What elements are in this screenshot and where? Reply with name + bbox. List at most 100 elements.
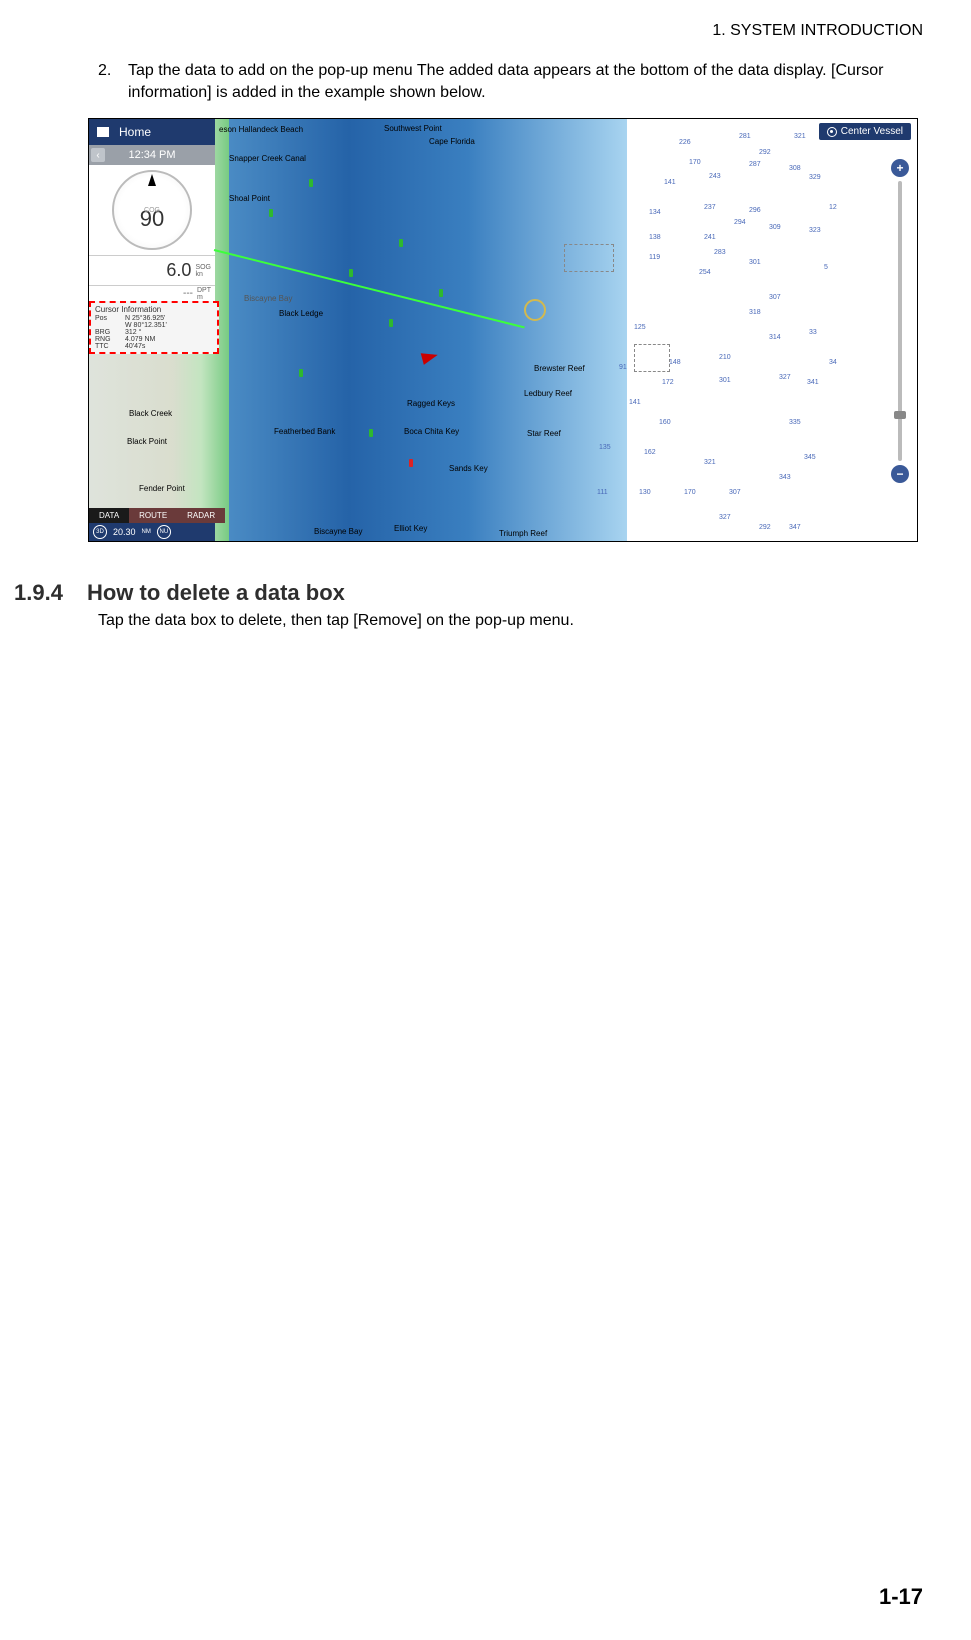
sounding: 91 [619,364,627,371]
sounding: 134 [649,209,661,216]
sounding: 210 [719,354,731,361]
ci-row-label: Pos [95,315,125,322]
figure-screenshot: Home ‹ 12:34 PM COG 90 6.0 SOGkn --- DPT… [88,118,918,542]
3d-badge-icon[interactable]: 3D [93,525,107,539]
fishing-zone-icon [564,244,614,272]
sounding: 281 [739,133,751,140]
dpt-value: --- [183,288,193,299]
section-title: How to delete a data box [87,580,345,606]
ais-target-icon[interactable] [389,319,393,327]
sounding: 347 [789,524,801,531]
zoom-in-button[interactable]: + [891,159,909,177]
zoom-thumb-icon[interactable] [894,411,906,419]
map-label: Featherbed Bank [274,427,335,436]
sounding: 301 [749,259,761,266]
dpt-unit: DPTm [197,287,211,301]
sounding: 321 [794,133,806,140]
sounding: 307 [729,489,741,496]
back-icon[interactable]: ‹ [91,148,105,162]
tab-radar[interactable]: RADAR [177,508,225,523]
scale-bar[interactable]: 3D 20.30 NM NU [89,523,215,541]
zoom-out-button[interactable]: − [891,465,909,483]
sounding: 308 [789,165,801,172]
ais-target-icon[interactable] [369,429,373,437]
map-label: Snapper Creek Canal [229,154,306,163]
section-194: 1.9.4 How to delete a data box Tap the d… [14,580,914,630]
data-sidebar: Home ‹ 12:34 PM COG 90 6.0 SOGkn --- DPT… [89,119,215,301]
ais-target-icon[interactable] [309,179,313,187]
sog-display[interactable]: 6.0 SOGkn [89,255,215,285]
map-label: eson Hallandeck Beach [219,125,303,134]
step-text: Tap the data to add on the pop-up menu T… [128,60,922,105]
ci-row-value: N 25°36.925' [125,315,165,322]
sounding: 33 [809,329,817,336]
sog-value: 6.0 [166,260,191,281]
sounding: 243 [709,173,721,180]
sounding: 343 [779,474,791,481]
sounding: 34 [829,359,837,366]
map-label: Boca Chita Key [404,427,459,436]
sounding: 314 [769,334,781,341]
sounding: 323 [809,227,821,234]
center-vessel-button[interactable]: Center Vessel [819,123,911,140]
sounding: 130 [639,489,651,496]
scale-value: 20.30 [113,527,136,537]
tab-route[interactable]: ROUTE [129,508,177,523]
cursor-information-box[interactable]: Cursor Information PosN 25°36.925' W 80°… [89,301,219,354]
sounding: 148 [669,359,681,366]
tab-data[interactable]: DATA [89,508,129,523]
sounding: 318 [749,309,761,316]
cursor-info-title: Cursor Information [95,305,213,314]
ais-target-icon[interactable] [399,239,403,247]
chapter-header: 1. SYSTEM INTRODUCTION [712,22,923,40]
sounding: 329 [809,174,821,181]
map-sea [229,119,627,541]
map-label: Southwest Point [384,124,442,133]
home-grid-icon [97,127,109,137]
map-label: Brewster Reef [534,364,585,373]
map-label: Shoal Point [229,194,270,203]
center-vessel-label: Center Vessel [841,126,903,137]
sounding: 111 [597,489,608,496]
cog-gauge[interactable]: COG 90 [89,165,215,255]
sounding: 170 [684,489,696,496]
dpt-display[interactable]: --- DPTm [89,285,215,301]
compass-ring-icon [524,299,546,321]
map-label: Elliot Key [394,524,427,533]
time-value: 12:34 PM [128,149,175,161]
sounding: 283 [714,249,726,256]
sounding: 162 [644,449,656,456]
sounding: 341 [807,379,819,386]
fishing-zone-icon [634,344,670,372]
sog-unit: SOGkn [195,264,211,278]
ais-target-icon[interactable] [299,369,303,377]
gauge-cog-label: COG [144,207,160,214]
target-icon [827,127,837,137]
sounding: 5 [824,264,828,271]
map-label: Biscayne Bay [244,294,292,303]
map-label: Sands Key [449,464,488,473]
map-label: Star Reef [527,429,561,438]
ci-row-label: BRG [95,329,125,336]
sounding: 327 [779,374,791,381]
zoom-slider[interactable] [898,181,902,461]
sounding: 292 [759,524,771,531]
ci-row-value: 312 ° [125,329,141,336]
sounding: 125 [634,324,646,331]
sounding: 307 [769,294,781,301]
nu-badge-icon[interactable]: NU [157,525,171,539]
sounding: 296 [749,207,761,214]
home-label: Home [119,125,151,139]
ais-target-icon[interactable] [349,269,353,277]
gauge-dial: COG 90 [112,170,192,250]
sounding: 294 [734,219,746,226]
ais-target-icon[interactable] [409,459,413,467]
sounding: 321 [704,459,716,466]
sounding: 309 [769,224,781,231]
home-button[interactable]: Home [89,119,215,145]
map-label: Biscayne Bay [314,527,362,536]
ais-target-icon[interactable] [439,289,443,297]
ais-target-icon[interactable] [269,209,273,217]
step-number: 2. [98,60,128,105]
sounding: 327 [719,514,731,521]
